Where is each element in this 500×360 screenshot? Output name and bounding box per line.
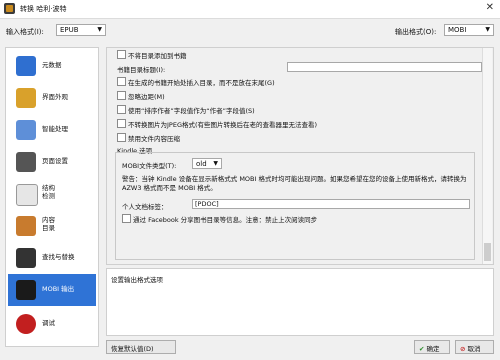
share-facebook-label: 通过 Facebook 分享图书目录等信息。注意：禁止上次阅读同步 [133,216,318,224]
wand-icon [16,120,36,140]
toc-at-start-checkbox[interactable] [117,77,126,86]
cancel-icon: ⊘ [460,345,466,353]
toc-title-input[interactable] [287,62,482,72]
personal-doc-label: 个人文档标签： [122,203,168,211]
kindle-icon [16,280,36,300]
cancel-label: 取消 [467,345,481,353]
no-compress-checkbox[interactable] [117,133,126,142]
settings-sidebar: 元数据 界面外观 智能处理 页面设置 结构 检测 内容 目录 查找与替换 MOB… [5,47,99,347]
format-toolbar: 输入格式(I): EPUB ▼ 输出格式(O): MOBI ▼ [0,18,500,44]
mobi-type-value: old [196,160,207,168]
sidebar-item-page-setup[interactable]: 页面设置 [8,146,96,178]
sidebar-item-structure[interactable]: 结构 检测 [8,178,96,210]
title-bar: 转换 哈利·波特 ✕ [0,0,500,19]
no-inline-toc-label: 不将目录添加到书籍 [128,52,187,60]
cancel-button[interactable]: ⊘ 取消 [455,340,494,354]
no-jpeg-convert-checkbox[interactable] [117,119,126,128]
document-structure-icon [16,184,38,206]
sidebar-item-metadata[interactable]: 元数据 [8,50,96,82]
output-format-label: 输出格式(O): [395,28,437,36]
help-text: 设置输出格式选项 [111,276,163,284]
toc-at-start-label: 在生成的书籍开始处插入目录，而不是放在末尾(G) [128,79,275,87]
sidebar-item-look-feel[interactable]: 界面外观 [8,82,96,114]
binoculars-icon [16,248,36,268]
sidebar-item-label: 智能处理 [42,125,68,133]
palette-icon [16,88,36,108]
help-panel: 设置输出格式选项 [106,268,494,336]
mobi-type-label: MOBI文件类型(T): [122,162,177,170]
app-icon [4,3,15,14]
ok-button[interactable]: ✔ 确定 [414,340,450,354]
sidebar-item-debug[interactable]: 调试 [8,308,96,340]
sidebar-item-mobi-output[interactable]: MOBI 输出 [8,274,96,306]
scrollbar-thumb[interactable] [484,243,491,261]
sidebar-item-toc[interactable]: 内容 目录 [8,210,96,242]
ignore-margins-label: 忽略边距(M) [128,93,165,101]
chevron-down-icon: ▼ [97,26,102,33]
kindle-warning-text: 警告：当钟 Kindle 设备在显示新格式式 MOBI 格式时均可能出现问题。如… [122,175,467,192]
sidebar-item-label: 界面外观 [42,93,68,101]
sidebar-item-label: MOBI 输出 [42,285,75,293]
sidebar-item-label: 结构 检测 [42,184,55,200]
sidebar-item-search-replace[interactable]: 查找与替换 [8,242,96,274]
output-format-value: MOBI [448,26,467,34]
options-scrollbar[interactable] [482,48,492,264]
sidebar-item-label: 元数据 [42,61,62,69]
close-icon[interactable]: ✕ [486,2,494,13]
no-jpeg-convert-label: 不转换图片为JPEG格式(有些图片转换后在老的查看器里无法查看) [128,121,318,129]
toc-title-label: 书籍目录标题(I): [117,66,166,74]
sidebar-item-label: 内容 目录 [42,216,55,232]
window-title: 转换 哈利·波特 [20,5,67,13]
mobi-type-select[interactable]: old ▼ [192,158,222,169]
ladybug-icon [16,314,36,334]
toc-icon [16,216,36,236]
chevron-down-icon: ▼ [485,26,490,33]
gear-icon [16,152,36,172]
no-inline-toc-checkbox[interactable] [117,50,126,59]
sidebar-item-heuristics[interactable]: 智能处理 [8,114,96,146]
kindle-options-group: MOBI文件类型(T): old ▼ 警告：当钟 Kindle 设备在显示新格式… [115,152,475,260]
prefer-author-sort-checkbox[interactable] [117,105,126,114]
check-icon: ✔ [419,345,425,353]
metadata-icon [16,56,36,76]
input-format-select[interactable]: EPUB ▼ [56,24,106,36]
mobi-output-options: 不将目录添加到书籍 书籍目录标题(I): 在生成的书籍开始处插入目录，而不是放在… [106,47,494,265]
output-format-select[interactable]: MOBI ▼ [444,24,494,36]
ignore-margins-checkbox[interactable] [117,91,126,100]
share-facebook-checkbox[interactable] [122,214,131,223]
personal-doc-value: [PDOC] [195,200,219,208]
restore-defaults-label: 恢复默认值(D) [111,345,154,353]
personal-doc-input[interactable]: [PDOC] [192,199,470,209]
chevron-down-icon: ▼ [213,160,218,167]
restore-defaults-button[interactable]: 恢复默认值(D) [106,340,176,354]
sidebar-item-label: 调试 [42,319,55,327]
sidebar-item-label: 页面设置 [42,157,68,165]
input-format-value: EPUB [60,26,79,34]
no-compress-label: 禁用文件内容压缩 [128,135,180,143]
prefer-author-sort-label: 使用“排序作者”字段值作为“作者”字段值(S) [128,107,255,115]
sidebar-item-label: 查找与替换 [42,253,75,261]
input-format-label: 输入格式(I): [6,28,44,36]
ok-label: 确定 [426,345,440,353]
